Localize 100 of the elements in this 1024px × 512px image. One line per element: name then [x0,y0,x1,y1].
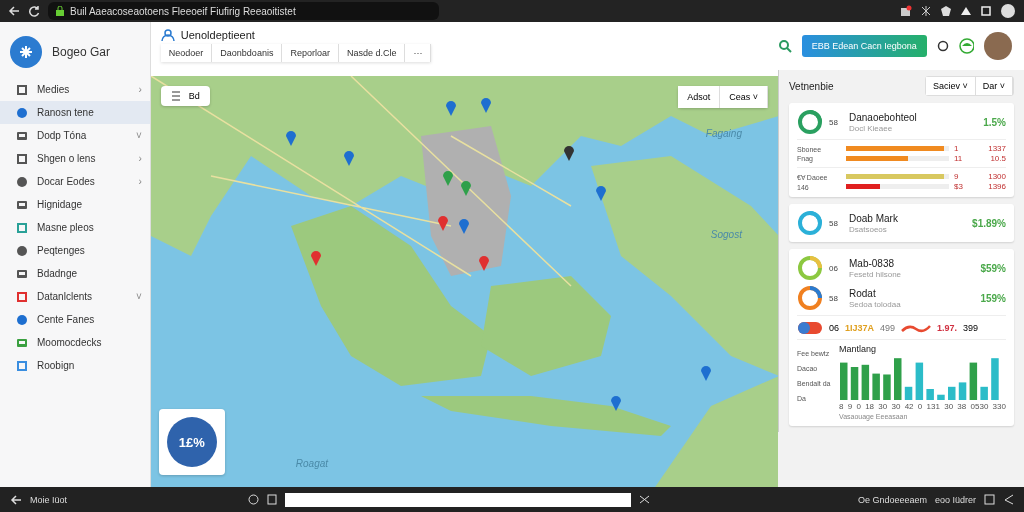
sidebar-item[interactable]: Ranosn tene [0,101,150,124]
metric-subtitle: Fesetd hilsone [849,269,903,279]
percentage-badge: 1£% [166,417,217,467]
chart-axis-label: 18 [865,402,875,411]
chart-axis-label: 38 [957,402,967,411]
tab[interactable]: Daonbdoanis [212,44,283,62]
pill-value: 1.97. [937,323,958,333]
metric-value: $59% [980,262,1006,274]
search-icon[interactable] [778,39,792,53]
tab[interactable]: Reporloar [282,44,339,62]
sidebar-item[interactable]: Roobign [0,354,150,377]
menu-item-icon [16,83,28,96]
avatar[interactable] [984,32,1012,60]
donut-label: 58 [829,293,839,303]
back-icon[interactable] [8,6,20,16]
capsule-icon [797,321,823,335]
donut-label: 06 [829,263,839,273]
map-label: Roagat [295,458,329,469]
pill-value: 399 [963,323,979,333]
map-layer-button[interactable]: Bd [160,86,210,106]
chart-axis-label: 42 [904,402,914,411]
sidebar-item[interactable]: Docar Eodes › [0,170,150,193]
map-label: Sogost [710,229,742,240]
row-value: 11 [954,154,963,163]
tab[interactable]: Nasde d.Cle [338,44,406,62]
donut-label: 58 [829,218,839,228]
layers-icon [170,91,181,101]
menu-item-icon [16,221,28,234]
panel-title: Vetnenbie [789,80,835,92]
extension-icon[interactable] [900,5,912,17]
sidebar-item[interactable]: Medies › [0,78,150,101]
chart-axis-label: 330 [992,402,1006,411]
chart-title: Mantlang [839,344,878,354]
menu-item-icon [16,175,28,188]
metric-subtitle: Sedoa tolodaa [849,299,902,309]
address-bar[interactable]: Buil Aaeacoseaotoens Fleeoeif Fiufirig Reeaoitistet [48,2,439,20]
row-value: 10.5 [990,154,1006,163]
donut-chart-icon [797,285,823,311]
sidebar-item[interactable]: Peqtenges [0,239,150,262]
donut-chart-icon [797,109,823,135]
menu-item-icon [16,336,28,349]
menu-item-icon [16,267,28,280]
status-text: Oe Gndoeeeaem [857,494,927,505]
row-value: 9 [954,172,959,181]
back-icon[interactable] [10,494,22,505]
chart-axis-label: 0530 [970,402,989,411]
sidebar-item[interactable]: Hignidage [0,193,150,216]
more-button[interactable]: ··· [405,44,432,62]
chart-axis-label: 0 [917,402,923,411]
menu-item-icon [16,313,28,326]
status-text: Moie Iüot [30,494,69,505]
tab[interactable]: Neodoer [160,44,213,62]
metric-value: $1.89% [972,217,1006,229]
input-field[interactable] [285,492,631,507]
sidebar-item[interactable]: Moomocdecks [0,331,150,354]
scissors-icon[interactable] [639,494,650,505]
metric-value: 159% [980,292,1006,304]
sidebar-item[interactable]: Datanlclents ˅ [0,285,150,308]
map-pin-icon[interactable] [437,216,448,231]
sidebar-item[interactable]: Bdadnge [0,262,150,285]
donut-chart-icon [797,210,823,236]
map-button[interactable]: Adsot [678,86,721,108]
metric-value: 1.5% [983,116,1006,128]
metric-subtitle: Dsatsoeos [849,224,888,234]
menu-item-icon [16,244,28,257]
metric-subtitle: Docl Kieaee [849,123,894,133]
brand-name: Bogeo Gar [52,45,111,59]
map-pin-icon[interactable] [563,146,574,161]
wave-icon [901,323,932,333]
row-value: 1396 [988,182,1006,191]
sidebar-item[interactable]: Cente Fanes [0,308,150,331]
menu-item-icon [16,359,28,372]
chart-axis-label: 30 [944,402,954,411]
sidebar-item[interactable]: Dodp Tóna ˅ [0,124,150,147]
chart-axis-label: 0 [856,402,861,411]
map-button[interactable]: Ceas ˅ [720,86,768,108]
maximize-icon[interactable] [980,5,992,17]
menu-item-icon [16,152,28,165]
metric-title: Danaoebohteol [849,111,918,123]
sidebar-item[interactable]: Masne pleos [0,216,150,239]
reload-icon[interactable] [28,5,40,17]
menu-item-icon [16,290,28,303]
page-title: Uenoldeptieent [180,29,255,41]
metric-title: Doab Mark [849,212,899,224]
sidebar-item[interactable]: Shgen o lens › [0,147,150,170]
chart-axis-label: 9 [847,402,853,411]
logo-icon [10,36,42,68]
profile-icon[interactable] [1000,3,1016,19]
pill-value: 1IJ37A [845,323,875,333]
chart-axis-label: 131 [926,402,940,411]
menu-item-icon [16,198,28,211]
donut-label: 58 [829,117,839,127]
filter-dropdown[interactable]: Saciev ˅ [925,77,976,95]
menu-item-icon [16,129,28,142]
chart-axis-label: 30 [878,402,888,411]
pill-label: 06 [829,323,839,333]
metric-title: Rodat [849,287,877,299]
metric-title: Mab-0838 [849,257,896,269]
row-value: 1337 [988,144,1006,153]
lock-icon [56,6,64,16]
